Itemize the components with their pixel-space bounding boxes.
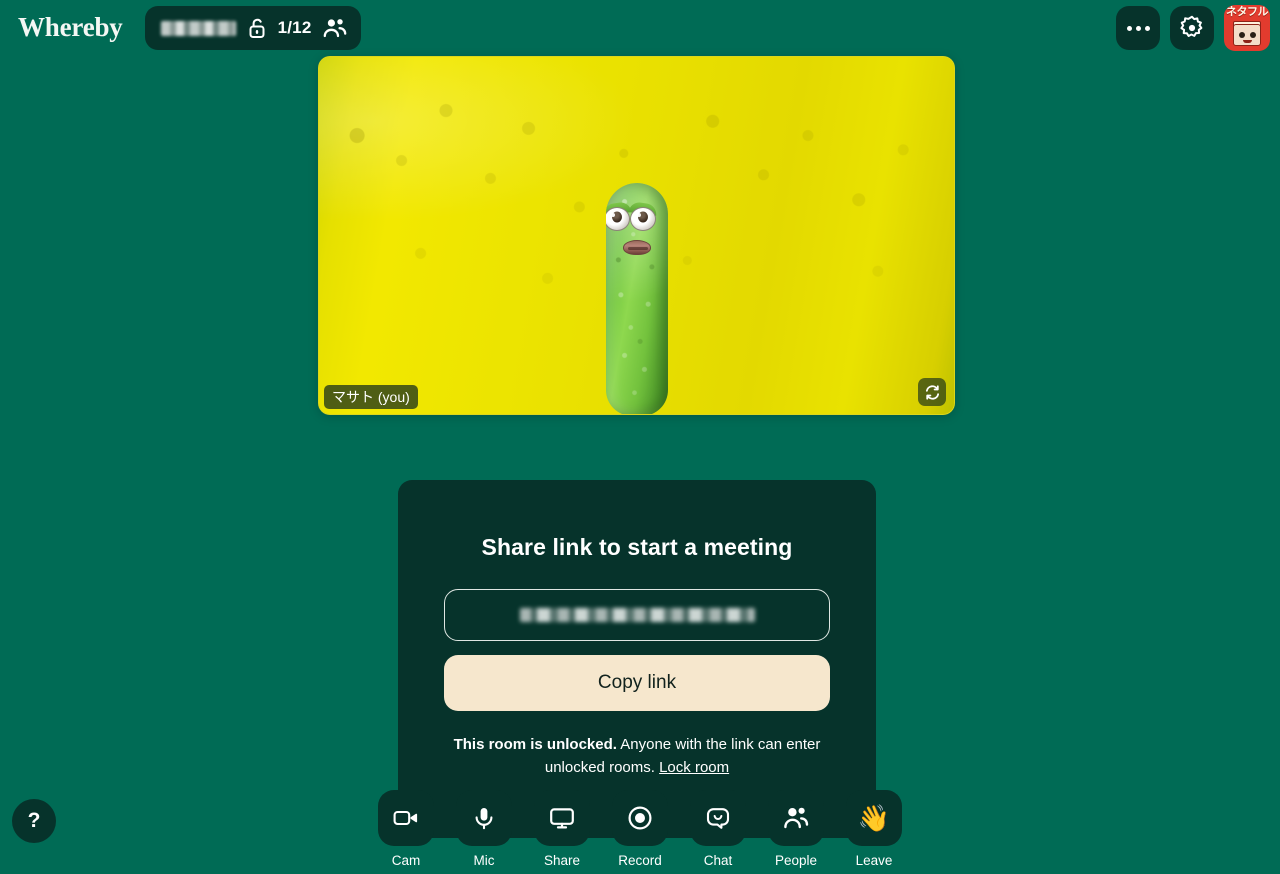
room-name-redacted — [160, 20, 236, 36]
meeting-stage: マサト (you) Share link to start a meeting … — [0, 56, 1280, 838]
microphone-icon — [456, 790, 512, 846]
room-link-redacted-value — [519, 608, 755, 622]
whereby-logo: Whereby — [18, 11, 123, 42]
people-icon — [768, 790, 824, 846]
record-icon — [612, 790, 668, 846]
room-lock-note: This room is unlocked. Anyone with the l… — [444, 733, 830, 779]
user-avatar-button[interactable]: ネタフル — [1224, 5, 1270, 51]
people-icon[interactable] — [323, 17, 347, 39]
app-header: Whereby 1/12 ネタフル — [0, 0, 1280, 56]
cam-label: Cam — [391, 853, 421, 868]
settings-button[interactable] — [1170, 6, 1214, 50]
share-button[interactable]: Share — [534, 790, 590, 868]
people-button[interactable]: People — [768, 790, 824, 868]
people-label: People — [774, 853, 818, 868]
leave-button[interactable]: 👋 Leave — [846, 790, 902, 868]
room-info-pill[interactable]: 1/12 — [144, 6, 361, 50]
leave-label: Leave — [855, 853, 893, 868]
flip-camera-icon — [924, 384, 941, 401]
screen-share-icon — [534, 790, 590, 846]
help-icon: ? — [27, 809, 41, 832]
record-button[interactable]: Record — [612, 790, 668, 868]
unlocked-padlock-icon[interactable] — [247, 17, 267, 39]
mic-button[interactable]: Mic — [456, 790, 512, 868]
participant-count: 1/12 — [277, 18, 312, 37]
lock-room-link[interactable]: Lock room — [659, 759, 729, 776]
share-link-panel: Share link to start a meeting Copy link … — [398, 480, 876, 838]
chat-label: Chat — [703, 853, 733, 868]
header-actions: ネタフル — [1116, 5, 1272, 51]
waving-hand-emoji: 👋 — [857, 803, 891, 833]
more-options-icon — [1126, 25, 1150, 31]
avatar-label: ネタフル — [1226, 6, 1269, 18]
room-link-input[interactable] — [444, 589, 830, 641]
record-label: Record — [618, 853, 662, 868]
self-video-tile[interactable]: マサト (you) — [318, 56, 955, 415]
waving-hand-icon: 👋 — [846, 790, 902, 846]
meeting-toolbar: Cam Mic Share Record Chat People 👋 Leave — [0, 786, 1280, 874]
help-button[interactable]: ? — [12, 799, 56, 843]
chat-button[interactable]: Chat — [690, 790, 746, 868]
video-camera-icon — [378, 790, 434, 846]
more-options-button[interactable] — [1116, 6, 1160, 50]
share-label: Share — [543, 853, 581, 868]
flip-camera-button[interactable] — [918, 378, 946, 406]
chat-bubble-icon — [690, 790, 746, 846]
panel-title: Share link to start a meeting — [481, 534, 793, 560]
copy-link-button[interactable]: Copy link — [444, 655, 830, 711]
pickle-face-filter — [605, 183, 668, 414]
cam-button[interactable]: Cam — [378, 790, 434, 868]
gear-icon — [1179, 15, 1205, 41]
mic-label: Mic — [473, 853, 495, 868]
room-lock-status: This room is unlocked. — [453, 736, 617, 753]
video-participant-name: マサト (you) — [324, 385, 418, 409]
